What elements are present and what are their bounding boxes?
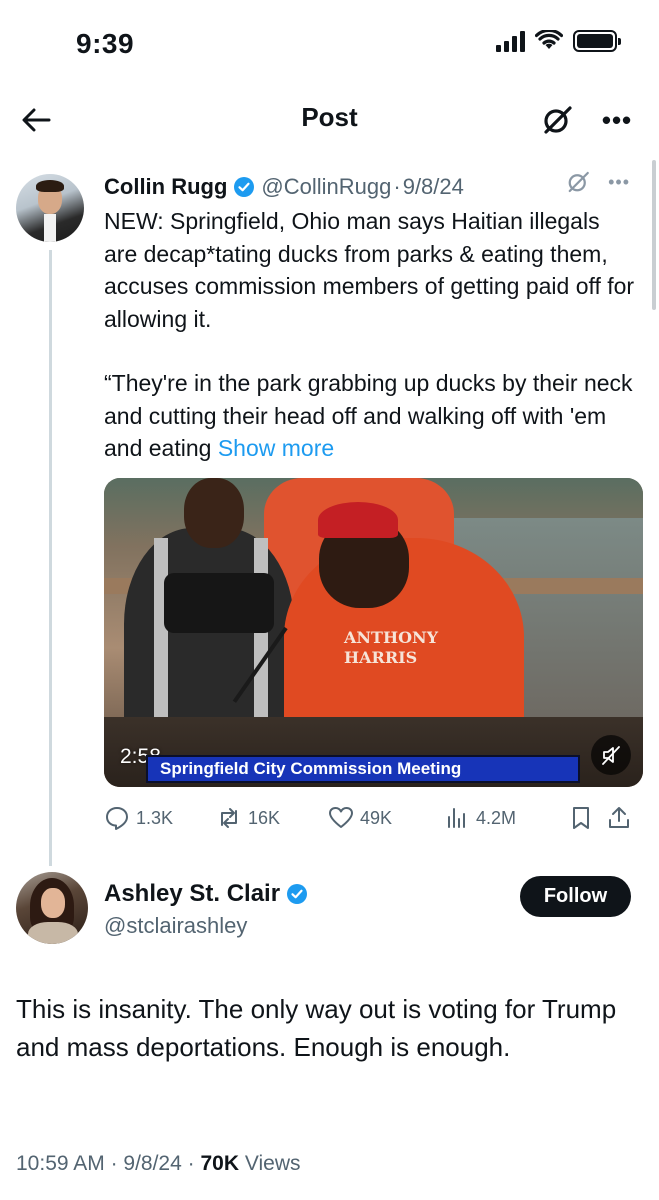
tweet-time: 10:59 AM: [16, 1152, 105, 1175]
more-options-button[interactable]: •••: [597, 100, 637, 140]
tweet-meta: 10:59 AM · 9/8/24 · 70K Views: [16, 1152, 301, 1175]
scrollbar[interactable]: [652, 160, 656, 310]
hoodie-text: ANTHONY HARRIS: [344, 628, 439, 667]
wifi-icon: [535, 30, 563, 49]
avatar[interactable]: [16, 872, 88, 944]
status-bar: 9:39: [0, 0, 659, 90]
views-icon: [448, 808, 465, 828]
views-count: 4.2M: [476, 807, 517, 828]
quoted-tweet-text: NEW: Springfield, Ohio man says Haitian …: [104, 205, 639, 497]
thread-line: [49, 250, 52, 866]
like-count: 49K: [360, 807, 393, 828]
repost-icon: [221, 808, 237, 828]
video-lower-third: Springfield City Commission Meeting: [146, 755, 580, 783]
video-player[interactable]: ANTHONY HARRIS 2:58 Springfield City Com…: [104, 478, 643, 787]
repost-count: 16K: [248, 807, 281, 828]
cellular-signal-icon: [496, 30, 525, 52]
author-name[interactable]: Collin Rugg: [104, 174, 227, 200]
reply-icon: [106, 807, 128, 830]
tweet-date: 9/8/24: [123, 1152, 182, 1175]
share-button[interactable]: [606, 805, 644, 831]
more-icon: •••: [601, 104, 633, 135]
status-time: 9:39: [76, 28, 135, 59]
tweet-date[interactable]: 9/8/24: [403, 174, 464, 200]
like-icon: [329, 807, 353, 828]
grok-icon[interactable]: [566, 170, 590, 194]
author-handle[interactable]: @CollinRugg: [261, 174, 391, 200]
post-header: Post •••: [0, 90, 659, 150]
repost-button[interactable]: 16K: [216, 805, 328, 831]
grok-button[interactable]: [537, 100, 577, 140]
author-name[interactable]: Ashley St. Clair: [104, 880, 280, 908]
share-icon: [609, 807, 629, 828]
mute-icon: [602, 746, 620, 765]
tweet-actions: 1.3K 16K 49K 4.2M: [104, 800, 644, 836]
bookmark-button[interactable]: [568, 805, 606, 831]
verified-icon: [233, 176, 255, 198]
follow-button[interactable]: Follow: [520, 876, 631, 917]
quoted-tweet-header: Collin Rugg @CollinRugg · 9/8/24 •••: [104, 170, 644, 204]
author-handle[interactable]: @stclairashley: [104, 913, 247, 939]
more-icon[interactable]: •••: [608, 172, 630, 193]
verified-icon: [286, 883, 308, 905]
battery-icon: [573, 30, 621, 52]
main-tweet-text: This is insanity. The only way out is vo…: [16, 994, 617, 1062]
show-more-link[interactable]: Show more: [218, 435, 334, 461]
views-label: Views: [244, 1152, 301, 1175]
reply-button[interactable]: 1.3K: [104, 805, 216, 831]
main-author-name: Ashley St. Clair: [104, 880, 314, 908]
views-count[interactable]: 70K: [200, 1152, 239, 1175]
reply-count: 1.3K: [136, 807, 174, 828]
tweet-paragraph: “They're in the park grabbing up ducks b…: [104, 370, 633, 461]
avatar[interactable]: [16, 174, 84, 242]
meta-separator: ·: [393, 174, 401, 199]
like-button[interactable]: 49K: [328, 805, 444, 831]
bookmark-icon: [573, 807, 589, 829]
views-button[interactable]: 4.2M: [444, 805, 568, 831]
status-icons: [496, 30, 621, 52]
tweet-paragraph: NEW: Springfield, Ohio man says Haitian …: [104, 208, 635, 332]
grok-icon: [544, 106, 572, 134]
mute-button[interactable]: [591, 735, 631, 775]
